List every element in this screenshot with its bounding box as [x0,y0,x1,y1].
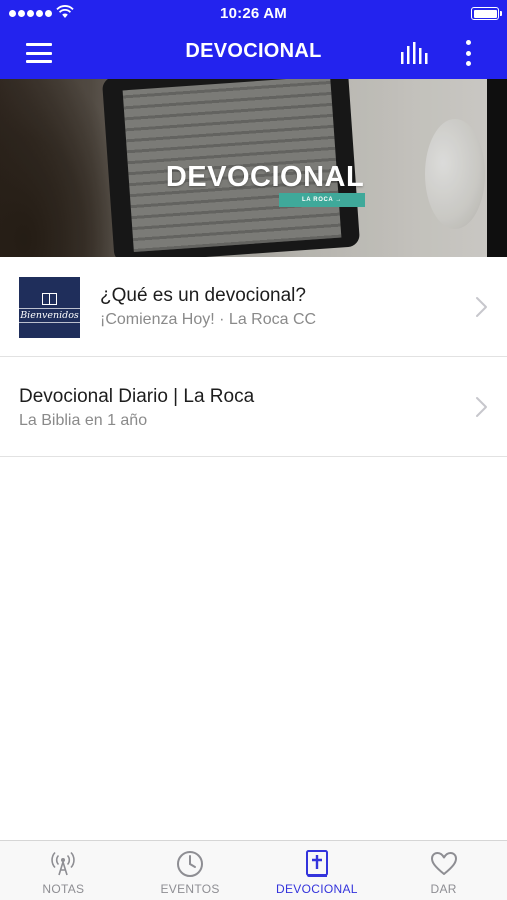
tab-dar[interactable]: DAR [380,841,507,900]
hamburger-menu-icon[interactable] [24,40,54,66]
tab-notas[interactable]: NOTAS [0,841,127,900]
chevron-right-icon [476,397,487,417]
tab-label: DAR [430,882,457,896]
battery-icon [471,7,502,20]
audio-bars-icon[interactable] [398,40,432,66]
devotional-list: Bienvenidos ¿Qué es un devocional? ¡Comi… [0,257,507,457]
status-time: 10:26 AM [220,5,287,22]
banner-tag: LA ROCA → [279,193,365,207]
hero-banner[interactable]: DEVOCIONAL LA ROCA → [0,79,507,257]
tab-eventos[interactable]: EVENTOS [127,841,254,900]
status-bar: 10:26 AM [0,0,507,28]
banner-title: DEVOCIONAL [165,161,365,193]
thumbnail-text: Bienvenidos [18,307,81,323]
list-item-title: ¿Qué es un devocional? [100,285,306,306]
nav-bar: DEVOCIONAL [0,28,507,79]
clock-icon [177,851,204,877]
broadcast-tower-icon [51,851,76,876]
heart-icon [430,852,457,875]
list-item-title: Devocional Diario | La Roca [19,386,255,407]
tab-label: NOTAS [42,882,85,896]
book-icon [42,292,57,305]
chevron-right-icon [476,297,487,317]
bottom-tab-bar: NOTAS EVENTOS DEVOCIONAL DAR [0,840,507,900]
app-header: 10:26 AM DEVOCIONAL [0,0,507,79]
tab-label: DEVOCIONAL [276,882,358,896]
more-vertical-icon[interactable] [457,38,479,68]
bible-cross-icon [305,850,328,877]
list-item[interactable]: Bienvenidos ¿Qué es un devocional? ¡Comi… [0,257,507,357]
list-item-subtitle: ¡Comienza Hoy! · La Roca CC [100,311,317,328]
tab-devocional[interactable]: DEVOCIONAL [254,841,381,900]
tab-label: EVENTOS [160,882,220,896]
list-item[interactable]: Devocional Diario | La Roca La Biblia en… [0,357,507,457]
list-item-subtitle: La Biblia en 1 año [19,412,148,429]
bienvenidos-thumbnail: Bienvenidos [18,277,81,338]
